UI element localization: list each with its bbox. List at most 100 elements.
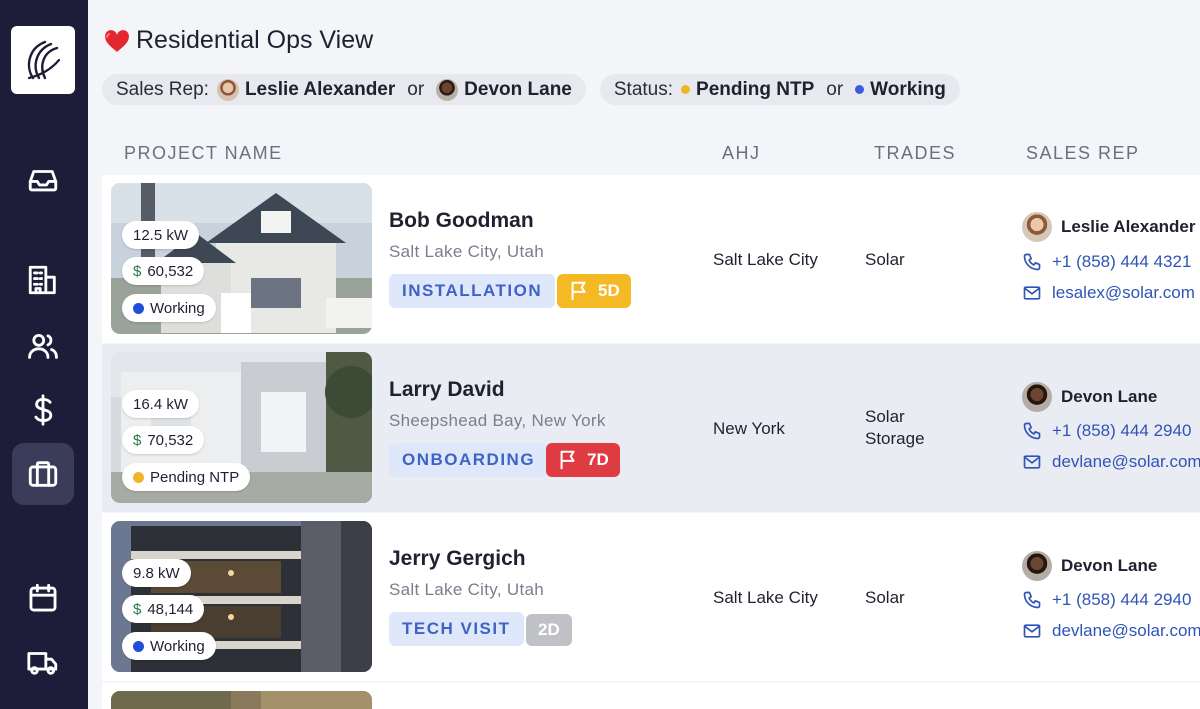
- nav-dollar[interactable]: [12, 379, 74, 441]
- stage-badge[interactable]: ONBOARDING: [389, 443, 549, 477]
- flag-badge[interactable]: 2D: [526, 614, 572, 646]
- status-badge: Working: [122, 294, 216, 322]
- price-value: 60,532: [147, 262, 194, 280]
- phone-icon: [1023, 422, 1041, 440]
- avatar: [1022, 551, 1052, 581]
- rep-phone[interactable]: +1 (858) 444 2940: [1022, 421, 1191, 441]
- trade-cell: Solar: [865, 407, 905, 426]
- status-text: Working: [150, 637, 205, 655]
- table-row[interactable]: 12.5 kW $ 60,532 Working Bob Goodman Sal…: [102, 175, 1200, 343]
- page-title: Residential Ops View: [104, 26, 373, 55]
- status-dot-icon: [133, 302, 144, 314]
- status-filter-value-2: Working: [855, 79, 946, 101]
- rep-phone-text: +1 (858) 444 4321: [1052, 252, 1192, 271]
- buildings-icon: [28, 265, 56, 295]
- rep-name[interactable]: Devon Lane: [1022, 551, 1157, 581]
- sales-rep-filter-name-2: Devon Lane: [464, 78, 572, 100]
- sales-rep-filter-value-2: Devon Lane: [436, 78, 572, 101]
- sidebar: [0, 0, 88, 709]
- avatar: [1022, 382, 1052, 412]
- column-header-sales-rep[interactable]: SALES REP: [1026, 143, 1140, 164]
- trade-cell: Solar: [865, 250, 905, 269]
- flag-days: 7D: [587, 450, 609, 469]
- status-text: Working: [150, 299, 205, 317]
- kw-badge: 9.8 kW: [122, 559, 191, 587]
- price-badge: $ 60,532: [122, 257, 205, 285]
- rep-email-text: devlane@solar.com: [1052, 452, 1200, 471]
- status-dot-icon: [681, 85, 691, 94]
- status-text: Pending NTP: [150, 468, 240, 486]
- mail-icon: [1023, 286, 1041, 300]
- status-badge: Pending NTP: [122, 463, 251, 491]
- heart-icon: [105, 29, 129, 52]
- filter-or: or: [826, 78, 844, 100]
- price-badge: $ 70,532: [122, 426, 205, 454]
- mail-icon: [1023, 624, 1041, 638]
- project-name[interactable]: Jerry Gergich: [389, 547, 526, 571]
- sales-rep-filter-label: Sales Rep:: [116, 78, 209, 100]
- rep-name-text: Devon Lane: [1061, 387, 1158, 406]
- column-header-project-name[interactable]: PROJECT NAME: [124, 143, 283, 164]
- rep-email-text: devlane@solar.com: [1052, 621, 1200, 640]
- project-location: Salt Lake City, Utah: [389, 242, 544, 261]
- rep-name-text: Devon Lane: [1061, 556, 1158, 575]
- status-dot-icon: [133, 471, 144, 483]
- rep-phone[interactable]: +1 (858) 444 4321: [1022, 252, 1191, 272]
- app-window: Residential Ops View Sales Rep: Leslie A…: [0, 0, 1200, 709]
- currency-symbol: $: [133, 600, 142, 618]
- table-row[interactable]: 16.4 kW $ 70,532 Pending NTP Larry David…: [102, 344, 1200, 512]
- status-badge: Working: [122, 632, 216, 660]
- sales-rep-filter-value-1: Leslie Alexander: [216, 78, 396, 101]
- rep-email[interactable]: lesalex@solar.com: [1022, 283, 1195, 303]
- column-header-trades[interactable]: TRADES: [874, 143, 956, 164]
- nav-buildings[interactable]: [12, 249, 74, 311]
- nav-inbox[interactable]: [12, 149, 74, 211]
- ahj-cell: Salt Lake City: [713, 250, 818, 269]
- nav-users[interactable]: [12, 315, 74, 377]
- brand-logo[interactable]: [11, 26, 75, 94]
- flag-icon: [560, 450, 575, 470]
- rep-email[interactable]: devlane@solar.com: [1022, 452, 1200, 472]
- avatar: [216, 78, 239, 101]
- avatar: [1022, 212, 1052, 242]
- filter-bar: Sales Rep: Leslie Alexander or Devon Lan…: [102, 74, 960, 105]
- sales-rep-filter[interactable]: Sales Rep: Leslie Alexander or Devon Lan…: [102, 74, 586, 105]
- nav-calendar[interactable]: [12, 567, 74, 629]
- rep-email-text: lesalex@solar.com: [1052, 283, 1195, 302]
- flag-badge[interactable]: 5D: [557, 274, 631, 308]
- rep-email[interactable]: devlane@solar.com: [1022, 621, 1200, 641]
- inbox-icon: [28, 170, 58, 192]
- status-filter[interactable]: Status: Pending NTP or Working: [599, 74, 960, 105]
- stage-badge[interactable]: INSTALLATION: [389, 274, 556, 308]
- ahj-cell: Salt Lake City: [713, 588, 818, 607]
- trade-cell: Storage: [865, 429, 925, 448]
- stage-badge[interactable]: TECH VISIT: [389, 612, 524, 646]
- rep-phone-text: +1 (858) 444 2940: [1052, 421, 1192, 440]
- nav-truck[interactable]: [12, 631, 74, 693]
- status-filter-value-1: Pending NTP: [681, 79, 814, 101]
- flag-days: 2D: [538, 620, 560, 639]
- ahj-cell: New York: [713, 419, 785, 438]
- project-photo: [111, 691, 372, 709]
- table-row[interactable]: [102, 683, 1200, 709]
- filter-or: or: [407, 78, 425, 100]
- users-icon: [28, 333, 58, 359]
- rep-phone[interactable]: +1 (858) 444 2940: [1022, 590, 1191, 610]
- price-value: 48,144: [147, 600, 194, 618]
- status-dot-icon: [855, 85, 865, 94]
- project-name[interactable]: Bob Goodman: [389, 209, 534, 233]
- project-name[interactable]: Larry David: [389, 378, 505, 402]
- flag-badge[interactable]: 7D: [546, 443, 620, 477]
- avatar: [436, 78, 459, 101]
- price-badge: $ 48,144: [122, 595, 205, 623]
- flag-days: 5D: [598, 281, 620, 300]
- column-header-ahj[interactable]: AHJ: [722, 143, 761, 164]
- sales-rep-filter-name-1: Leslie Alexander: [244, 78, 396, 100]
- rep-name[interactable]: Devon Lane: [1022, 382, 1157, 412]
- currency-symbol: $: [133, 431, 142, 449]
- status-filter-name-2: Working: [870, 78, 946, 100]
- table-row[interactable]: 9.8 kW $ 48,144 Working Jerry Gergich Sa…: [102, 513, 1200, 681]
- rep-name[interactable]: Leslie Alexander: [1022, 212, 1196, 242]
- truck-icon: [27, 652, 58, 675]
- nav-projects[interactable]: [12, 443, 74, 505]
